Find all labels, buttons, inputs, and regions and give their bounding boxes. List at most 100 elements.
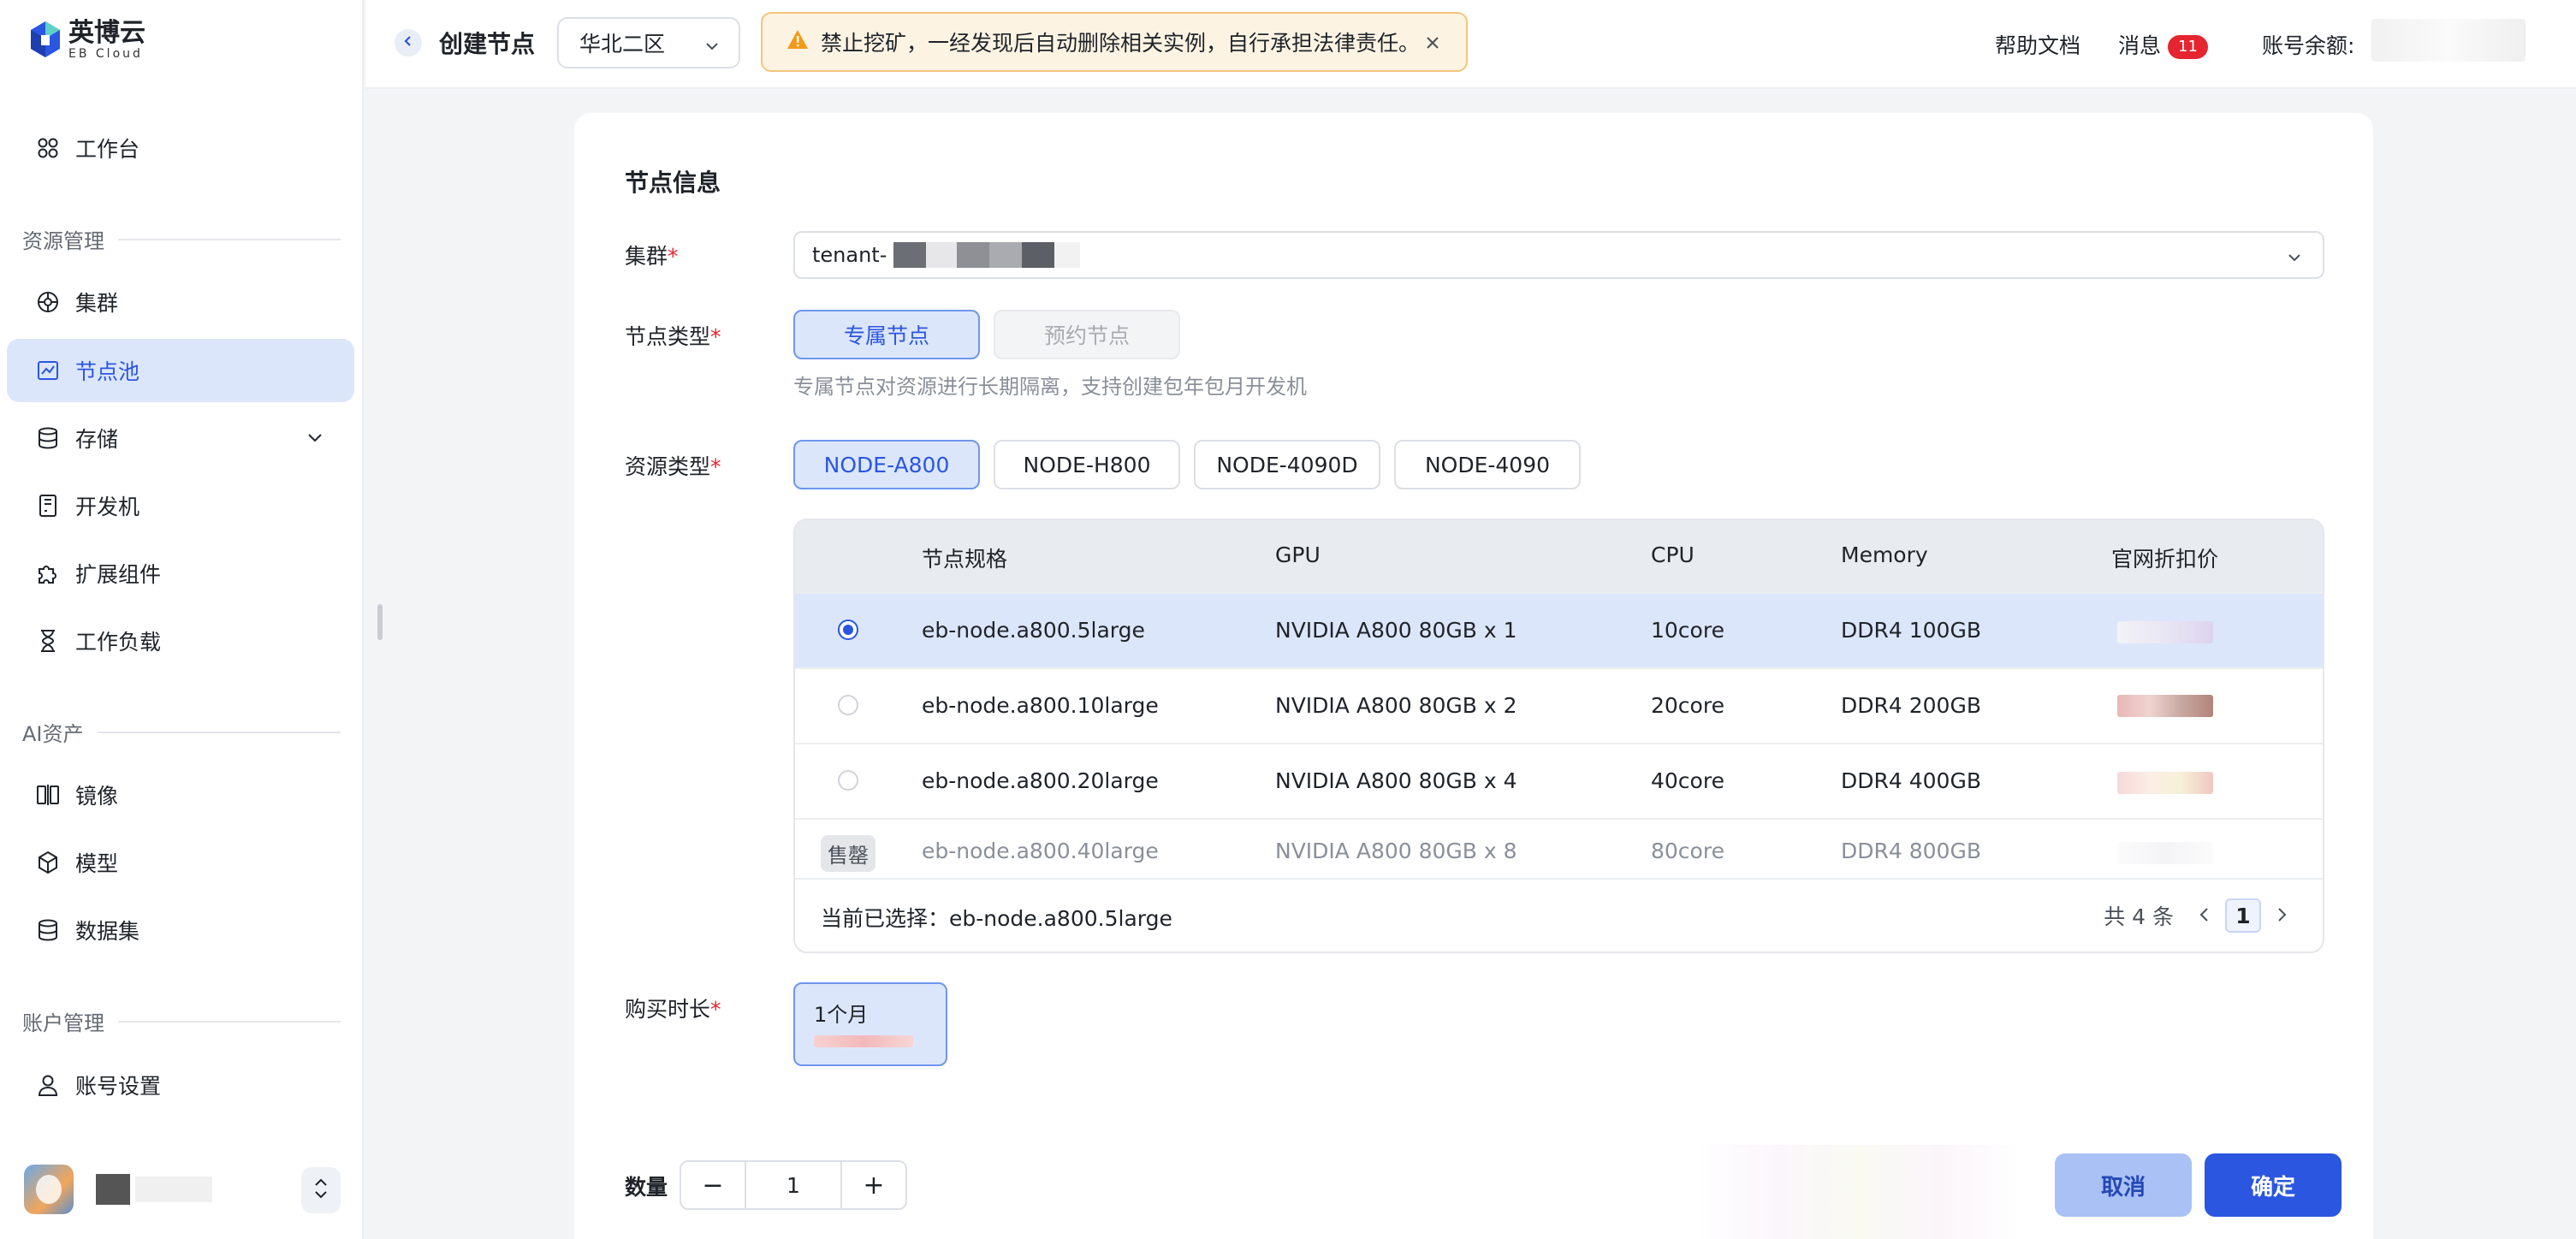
cluster-id-redacted xyxy=(957,242,990,268)
user-profile[interactable] xyxy=(24,1162,341,1217)
table-footer: 当前已选择：eb-node.a800.5large 共 4 条 1 xyxy=(795,878,2323,951)
duration-price-redacted xyxy=(814,1035,913,1047)
table-row-soldout: 售罄 eb-node.a800.40large NVIDIA A800 80GB… xyxy=(795,818,2323,881)
node-spec-table: 节点规格 GPU CPU Memory 官网折扣价 eb-node.a800.5… xyxy=(793,519,2324,953)
close-icon[interactable] xyxy=(1423,33,1442,57)
column-header: 官网折扣价 xyxy=(2111,547,2219,572)
chart-icon xyxy=(36,359,60,382)
create-node-form: 节点信息 集群* tenant- 节点类型* 专属节点 预约节点 专属节点对资源… xyxy=(574,113,2373,1239)
resource-type-a800[interactable]: NODE-A800 xyxy=(793,440,980,489)
memory-cell: DDR4 400GB xyxy=(1841,768,1981,793)
messages-label: 消息 xyxy=(2118,33,2162,58)
cancel-button[interactable]: 取消 xyxy=(2055,1153,2192,1217)
region-select[interactable]: 华北二区 xyxy=(557,17,740,68)
soldout-badge: 售罄 xyxy=(821,835,875,872)
switch-account-button[interactable] xyxy=(301,1167,341,1213)
memory-cell: DDR4 800GB xyxy=(1841,839,1981,863)
sidebar-item-label: 集群 xyxy=(75,291,119,316)
sidebar-item-label: 节点池 xyxy=(75,359,140,384)
quantity-input[interactable]: 1 xyxy=(745,1162,842,1208)
cluster-id-redacted xyxy=(989,242,1023,268)
cluster-value: tenant- xyxy=(812,243,887,267)
help-docs-link[interactable]: 帮助文档 xyxy=(1995,29,2080,60)
sidebar-item-label: 扩展组件 xyxy=(75,562,162,587)
message-count-badge: 11 xyxy=(2168,35,2208,59)
sidebar-item-label: 镜像 xyxy=(75,784,119,809)
sidebar-item-devbox[interactable]: 开发机 xyxy=(7,474,354,537)
cluster-id-redacted xyxy=(1022,242,1055,268)
chevron-left-icon[interactable] xyxy=(2198,904,2211,928)
sidebar-item-extensions[interactable]: 扩展组件 xyxy=(7,542,354,605)
back-button[interactable] xyxy=(395,29,422,56)
gpu-cell: NVIDIA A800 80GB x 4 xyxy=(1275,768,1517,793)
section-title: 节点信息 xyxy=(625,169,721,197)
sidebar-item-label: 模型 xyxy=(75,851,119,876)
cluster-id-redacted xyxy=(893,242,927,268)
brand-name: 英博云 xyxy=(68,18,145,48)
table-row[interactable]: eb-node.a800.10large NVIDIA A800 80GB x … xyxy=(795,667,2323,743)
cluster-label: 集群* xyxy=(625,244,679,269)
gpu-cell: NVIDIA A800 80GB x 1 xyxy=(1275,618,1517,643)
row-radio[interactable] xyxy=(838,695,858,715)
cluster-id-redacted xyxy=(1054,242,1081,268)
sidebar-item-workbench[interactable]: 工作台 xyxy=(7,116,354,180)
username-redacted xyxy=(96,1174,130,1205)
resource-type-4090d[interactable]: NODE-4090D xyxy=(1194,440,1380,489)
increment-button[interactable]: + xyxy=(842,1162,905,1208)
chevron-down-icon xyxy=(2285,248,2304,272)
pagination: 共 4 条 1 xyxy=(2104,898,2288,933)
confirm-button[interactable]: 确定 xyxy=(2205,1153,2342,1217)
sidebar-item-datasets[interactable]: 数据集 xyxy=(7,898,354,962)
sidebar-item-label: 账号设置 xyxy=(75,1074,162,1099)
sidebar-item-cluster[interactable]: 集群 xyxy=(7,270,354,334)
node-type-label: 节点类型* xyxy=(625,324,721,349)
row-radio[interactable] xyxy=(838,620,858,640)
cluster-id-redacted xyxy=(926,242,958,268)
warning-banner: 禁止挖矿，一经发现后自动删除相关实例，自行承担法律责任。 xyxy=(761,12,1468,72)
page-button[interactable]: 1 xyxy=(2225,898,2261,933)
warning-icon xyxy=(786,29,809,55)
cluster-select[interactable]: tenant- xyxy=(793,231,2324,279)
table-row[interactable]: eb-node.a800.20large NVIDIA A800 80GB x … xyxy=(795,743,2323,818)
nav-group-ai: AI资产 xyxy=(22,717,341,747)
sidebar-item-storage[interactable]: 存储 xyxy=(7,406,354,470)
resource-type-4090[interactable]: NODE-4090 xyxy=(1394,440,1581,489)
user-icon xyxy=(36,1073,60,1097)
sidebar-item-node-pool[interactable]: 节点池 xyxy=(7,339,354,402)
resource-type-h800[interactable]: NODE-H800 xyxy=(994,440,1180,489)
messages-link[interactable]: 消息 11 xyxy=(2118,29,2208,60)
cpu-cell: 20core xyxy=(1651,693,1724,718)
chevron-right-icon[interactable] xyxy=(2275,904,2288,928)
column-header: CPU xyxy=(1651,542,1695,567)
logo-icon xyxy=(29,20,62,59)
row-radio[interactable] xyxy=(838,770,858,791)
column-header: GPU xyxy=(1275,542,1321,567)
node-type-dedicated[interactable]: 专属节点 xyxy=(793,310,980,359)
sidebar-item-images[interactable]: 镜像 xyxy=(7,763,354,827)
price-redacted xyxy=(2117,621,2213,643)
gpu-cell: NVIDIA A800 80GB x 2 xyxy=(1275,693,1517,718)
resource-type-label: 资源类型* xyxy=(625,454,721,479)
sidebar-item-label: 开发机 xyxy=(75,495,140,519)
sidebar-resize-handle[interactable] xyxy=(377,604,383,640)
sidebar-item-label: 数据集 xyxy=(75,919,140,944)
sidebar-item-models[interactable]: 模型 xyxy=(7,831,354,894)
spec-cell: eb-node.a800.40large xyxy=(922,839,1159,863)
node-type-hint: 专属节点对资源进行长期隔离，支持创建包年包月开发机 xyxy=(793,375,1307,399)
grid-icon xyxy=(36,136,60,160)
brand-logo[interactable]: 英博云 EB Cloud xyxy=(29,19,145,60)
sidebar-item-account-settings[interactable]: 账号设置 xyxy=(7,1053,354,1117)
memory-cell: DDR4 100GB xyxy=(1841,618,1981,643)
gpu-cell: NVIDIA A800 80GB x 8 xyxy=(1275,839,1517,863)
table-header: 节点规格 GPU CPU Memory 官网折扣价 xyxy=(795,520,2323,594)
sidebar-item-label: 工作负载 xyxy=(75,630,162,655)
sidebar-item-label: 工作台 xyxy=(75,137,140,162)
duration-label: 购买时长* xyxy=(625,997,721,1022)
node-type-reserved[interactable]: 预约节点 xyxy=(994,310,1180,359)
table-row[interactable]: eb-node.a800.5large NVIDIA A800 80GB x 1… xyxy=(795,592,2323,667)
spec-cell: eb-node.a800.10large xyxy=(922,693,1159,718)
sidebar-item-workloads[interactable]: 工作负载 xyxy=(7,609,354,673)
decrement-button[interactable]: − xyxy=(681,1162,745,1208)
warning-text: 禁止挖矿，一经发现后自动删除相关实例，自行承担法律责任。 xyxy=(821,31,1421,56)
duration-option-1-month[interactable]: 1个月 xyxy=(793,982,947,1066)
